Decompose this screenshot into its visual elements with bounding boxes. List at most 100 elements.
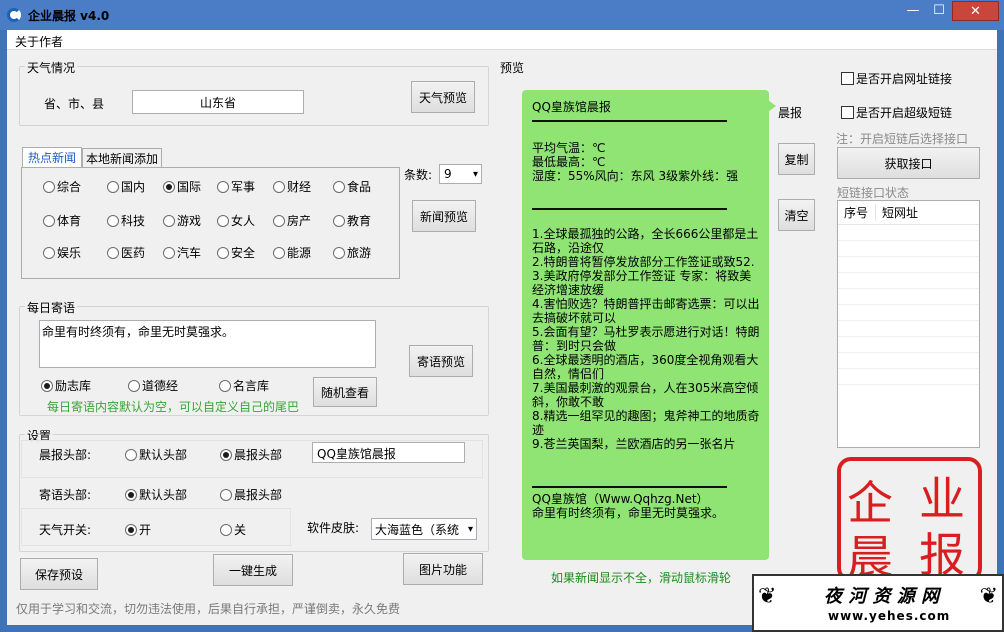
watermark-icon: ❦: [979, 584, 998, 609]
msg-header-label: 寄语头部:: [39, 488, 92, 502]
news-category-radio[interactable]: 游戏: [163, 212, 201, 229]
weather-on-radio[interactable]: 开: [125, 521, 151, 538]
tab-local-news[interactable]: 本地新闻添加: [82, 148, 162, 167]
table-row: [838, 241, 979, 257]
preview-weather: 平均气温：℃ 最低最高：℃ 湿度：55%风向：东风 3级紫外线：强: [532, 141, 739, 183]
close-button[interactable]: ✕: [952, 1, 999, 21]
tab-hot-news[interactable]: 热点新闻: [22, 147, 82, 167]
weather-off-radio[interactable]: 关: [220, 521, 246, 538]
msg-header-custom-radio[interactable]: 晨报头部: [220, 486, 282, 503]
count-select[interactable]: 9 ▾: [439, 164, 482, 184]
radio-dot: [107, 180, 119, 193]
chevron-down-icon: ▾: [467, 523, 473, 535]
table-row: [838, 257, 979, 273]
table-row: [838, 305, 979, 321]
random-view-button[interactable]: 随机查看: [313, 377, 377, 407]
msg-header-custom-label: 晨报头部: [234, 488, 283, 502]
count-value: 9: [444, 167, 452, 181]
weather-group-label: 天气情况: [25, 59, 78, 76]
news-category-radio[interactable]: 教育: [333, 212, 371, 229]
radio-dot: [125, 488, 137, 501]
weather-switch-label: 天气开关:: [39, 523, 92, 537]
window-title: 企业晨报 v4.0: [28, 9, 110, 23]
table-row: [838, 289, 979, 305]
news-category-radio[interactable]: 国内: [107, 178, 145, 195]
company-stamp-logo: 企 业 晨 报: [837, 457, 982, 584]
radio-dot: [43, 246, 55, 259]
msg-header-default-radio[interactable]: 默认头部: [125, 486, 187, 503]
title-bar: 企业晨报 v4.0 — ☐ ✕: [0, 0, 1004, 30]
source-radio-1[interactable]: 励志库: [41, 377, 91, 394]
header-default-radio[interactable]: 默认头部: [125, 446, 187, 463]
news-preview-button[interactable]: 新闻预览: [412, 200, 476, 232]
news-category-radio[interactable]: 女人: [217, 212, 255, 229]
news-category-radio[interactable]: 汽车: [163, 244, 201, 261]
news-category-label: 游戏: [177, 214, 202, 228]
divider: [532, 486, 727, 488]
shortlink-status-label: 短链接口状态: [837, 186, 910, 200]
news-category-label: 安全: [231, 246, 256, 260]
news-category-label: 汽车: [177, 246, 202, 260]
news-category-radio[interactable]: 旅游: [333, 244, 371, 261]
maximize-button[interactable]: ☐: [926, 1, 952, 21]
news-category-radio[interactable]: 国际: [163, 178, 201, 195]
news-category-radio[interactable]: 医药: [107, 244, 145, 261]
message-group-label: 每日寄语: [25, 299, 78, 316]
news-category-radio[interactable]: 体育: [43, 212, 81, 229]
news-category-label: 旅游: [347, 246, 372, 260]
news-category-label: 国际: [177, 180, 202, 194]
radio-dot: [220, 523, 232, 536]
weather-off-label: 关: [234, 523, 247, 537]
news-category-radio[interactable]: 科技: [107, 212, 145, 229]
news-category-radio[interactable]: 娱乐: [43, 244, 81, 261]
news-category-label: 女人: [231, 214, 256, 228]
radio-dot: [125, 448, 137, 461]
weather-preview-button[interactable]: 天气预览: [411, 81, 475, 113]
news-category-radio[interactable]: 财经: [273, 178, 311, 195]
source-radio-2[interactable]: 道德经: [128, 377, 178, 394]
message-textarea[interactable]: 命里有时终须有，命里无时莫强求。: [39, 320, 376, 368]
radio-dot: [333, 180, 345, 193]
image-function-button[interactable]: 图片功能: [403, 553, 483, 585]
generate-button[interactable]: 一键生成: [213, 554, 293, 586]
news-category-radio[interactable]: 房产: [273, 212, 311, 229]
clear-button[interactable]: 清空: [778, 199, 815, 231]
preview-message-bubble: QQ皇族馆晨报 平均气温：℃ 最低最高：℃ 湿度：55%风向：东风 3级紫外线：…: [522, 90, 776, 560]
divider: [532, 120, 727, 122]
news-category-radio[interactable]: 食品: [333, 178, 371, 195]
news-category-radio[interactable]: 综合: [43, 178, 81, 195]
enable-url-checkbox[interactable]: 是否开启网址链接: [841, 70, 952, 87]
copy-button[interactable]: 复制: [778, 143, 815, 175]
message-hint: 每日寄语内容默认为空，可以自定义自己的尾巴: [47, 400, 300, 414]
news-category-radio[interactable]: 安全: [217, 244, 255, 261]
menu-about[interactable]: 关于作者: [15, 33, 63, 50]
radio-dot: [41, 379, 53, 392]
source-label-1: 励志库: [55, 379, 92, 393]
news-category-label: 食品: [347, 180, 372, 194]
msg-header-default-label: 默认头部: [139, 488, 188, 502]
scroll-hint: 如果新闻显示不全，滑动鼠标滑轮: [551, 571, 732, 585]
weather-on-label: 开: [139, 523, 152, 537]
header-custom-radio[interactable]: 晨报头部: [220, 446, 282, 463]
radio-dot: [125, 523, 137, 536]
radio-dot: [43, 214, 55, 227]
count-label: 条数:: [404, 168, 433, 182]
header-text-input[interactable]: QQ皇族馆晨报: [312, 442, 465, 463]
table-row: [838, 225, 979, 241]
message-preview-button[interactable]: 寄语预览: [409, 345, 473, 377]
get-interface-button[interactable]: 获取接口: [837, 147, 980, 179]
radio-dot: [333, 246, 345, 259]
skin-select[interactable]: 大海蓝色（系统 ▾: [371, 518, 477, 540]
source-radio-3[interactable]: 名言库: [219, 377, 269, 394]
radio-dot: [220, 448, 232, 461]
shortlink-table[interactable]: 序号 短网址: [837, 200, 980, 448]
preview-news: 1.全球最孤独的公路，全长666公里都是土石路，沿途仅 2.特朗普将暂停发放部分…: [532, 227, 760, 451]
minimize-button[interactable]: —: [900, 1, 926, 21]
news-category-radio[interactable]: 军事: [217, 178, 255, 195]
region-input[interactable]: 山东省: [132, 90, 304, 114]
news-category-radio[interactable]: 能源: [273, 244, 311, 261]
news-category-label: 能源: [287, 246, 312, 260]
radio-dot: [333, 214, 345, 227]
enable-short-checkbox[interactable]: 是否开启超级短链: [841, 104, 952, 121]
save-preset-button[interactable]: 保存预设: [20, 558, 98, 590]
